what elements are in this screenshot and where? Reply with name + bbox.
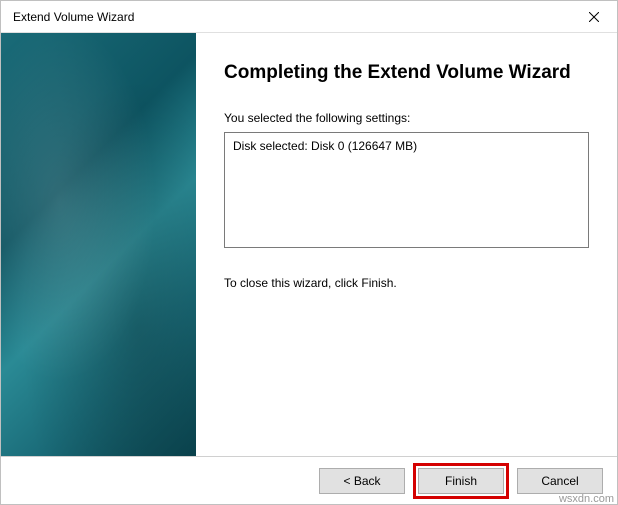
settings-item: Disk selected: Disk 0 (126647 MB) bbox=[233, 139, 580, 153]
settings-listbox[interactable]: Disk selected: Disk 0 (126647 MB) bbox=[224, 132, 589, 248]
content-area: Completing the Extend Volume Wizard You … bbox=[1, 33, 617, 456]
button-row: < Back Finish Cancel bbox=[1, 456, 617, 504]
finish-button[interactable]: Finish bbox=[418, 468, 504, 494]
close-icon bbox=[589, 12, 599, 22]
close-instruction: To close this wizard, click Finish. bbox=[224, 276, 589, 290]
window-title: Extend Volume Wizard bbox=[13, 10, 134, 24]
settings-label: You selected the following settings: bbox=[224, 111, 589, 125]
main-panel: Completing the Extend Volume Wizard You … bbox=[196, 33, 617, 456]
titlebar: Extend Volume Wizard bbox=[1, 1, 617, 33]
wizard-window: Extend Volume Wizard Completing the Exte… bbox=[0, 0, 618, 505]
close-button[interactable] bbox=[571, 1, 617, 33]
finish-highlight: Finish bbox=[413, 463, 509, 499]
back-button[interactable]: < Back bbox=[319, 468, 405, 494]
cancel-button[interactable]: Cancel bbox=[517, 468, 603, 494]
wizard-heading: Completing the Extend Volume Wizard bbox=[224, 61, 589, 85]
wizard-sidebar-graphic bbox=[1, 33, 196, 456]
